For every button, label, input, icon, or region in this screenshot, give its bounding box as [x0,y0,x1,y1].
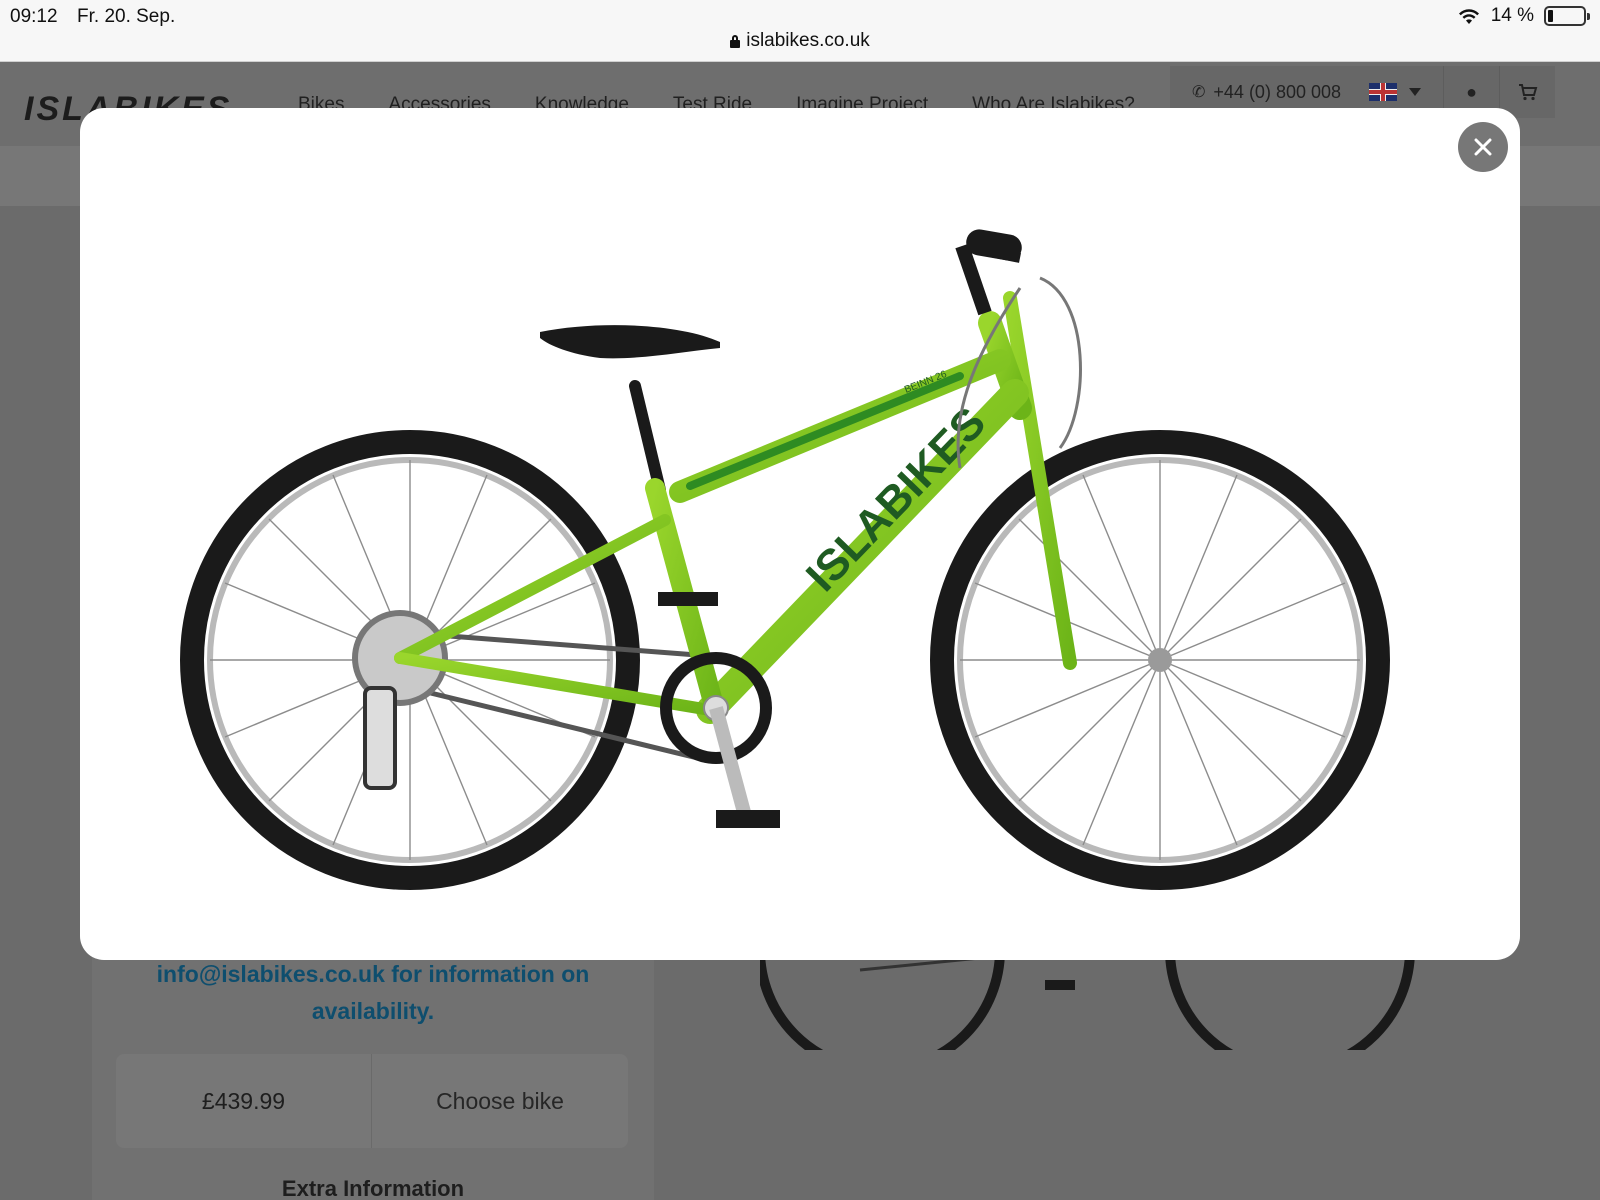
wifi-icon [1458,9,1479,24]
user-icon: ● [1466,81,1477,102]
extra-information-heading[interactable]: Extra Information [92,1176,654,1200]
battery-percent: 14 % [1490,5,1534,26]
battery-icon [1544,6,1590,26]
close-icon [1474,138,1492,156]
flag-uk-icon[interactable] [1369,83,1398,101]
front-wheel [930,430,1390,890]
battery-level [1548,10,1553,22]
availability-line-1[interactable]: info@islabikes.co.uk for information on [92,956,654,993]
phone-icon: ✆ [1192,84,1206,101]
cart-icon [1518,84,1537,101]
close-button[interactable] [1458,122,1508,172]
url-text: islabikes.co.uk [746,30,870,51]
rear-derailleur [363,686,397,790]
phone-number: +44 (0) 800 008 [1213,81,1342,102]
choose-bike-button[interactable]: Choose bike [372,1054,628,1148]
status-time: 09:12 [10,6,58,27]
price-value: £439.99 [116,1054,372,1148]
availability-line-2: availability. [311,998,435,1024]
price-box: £439.99 Choose bike [116,1054,628,1148]
address-bar[interactable]: islabikes.co.uk [0,30,1600,52]
lock-icon [730,34,741,48]
status-bar: 09:12 Fr. 20. Sep. 14 % islabikes.co.uk [0,0,1600,62]
saddle [540,325,720,359]
background-bike-image [760,950,1415,1050]
status-date: Fr. 20. Sep. [77,6,176,27]
bike-frame [394,291,1077,724]
phone-link[interactable]: ✆ +44 (0) 800 008 [1170,82,1363,103]
status-right: 14 % [1457,5,1590,27]
chevron-down-icon[interactable] [1409,88,1422,96]
bike-image: ISLABIKES BEINN 26 [180,229,1390,890]
availability-text: info@islabikes.co.uk for information on … [92,956,654,1030]
